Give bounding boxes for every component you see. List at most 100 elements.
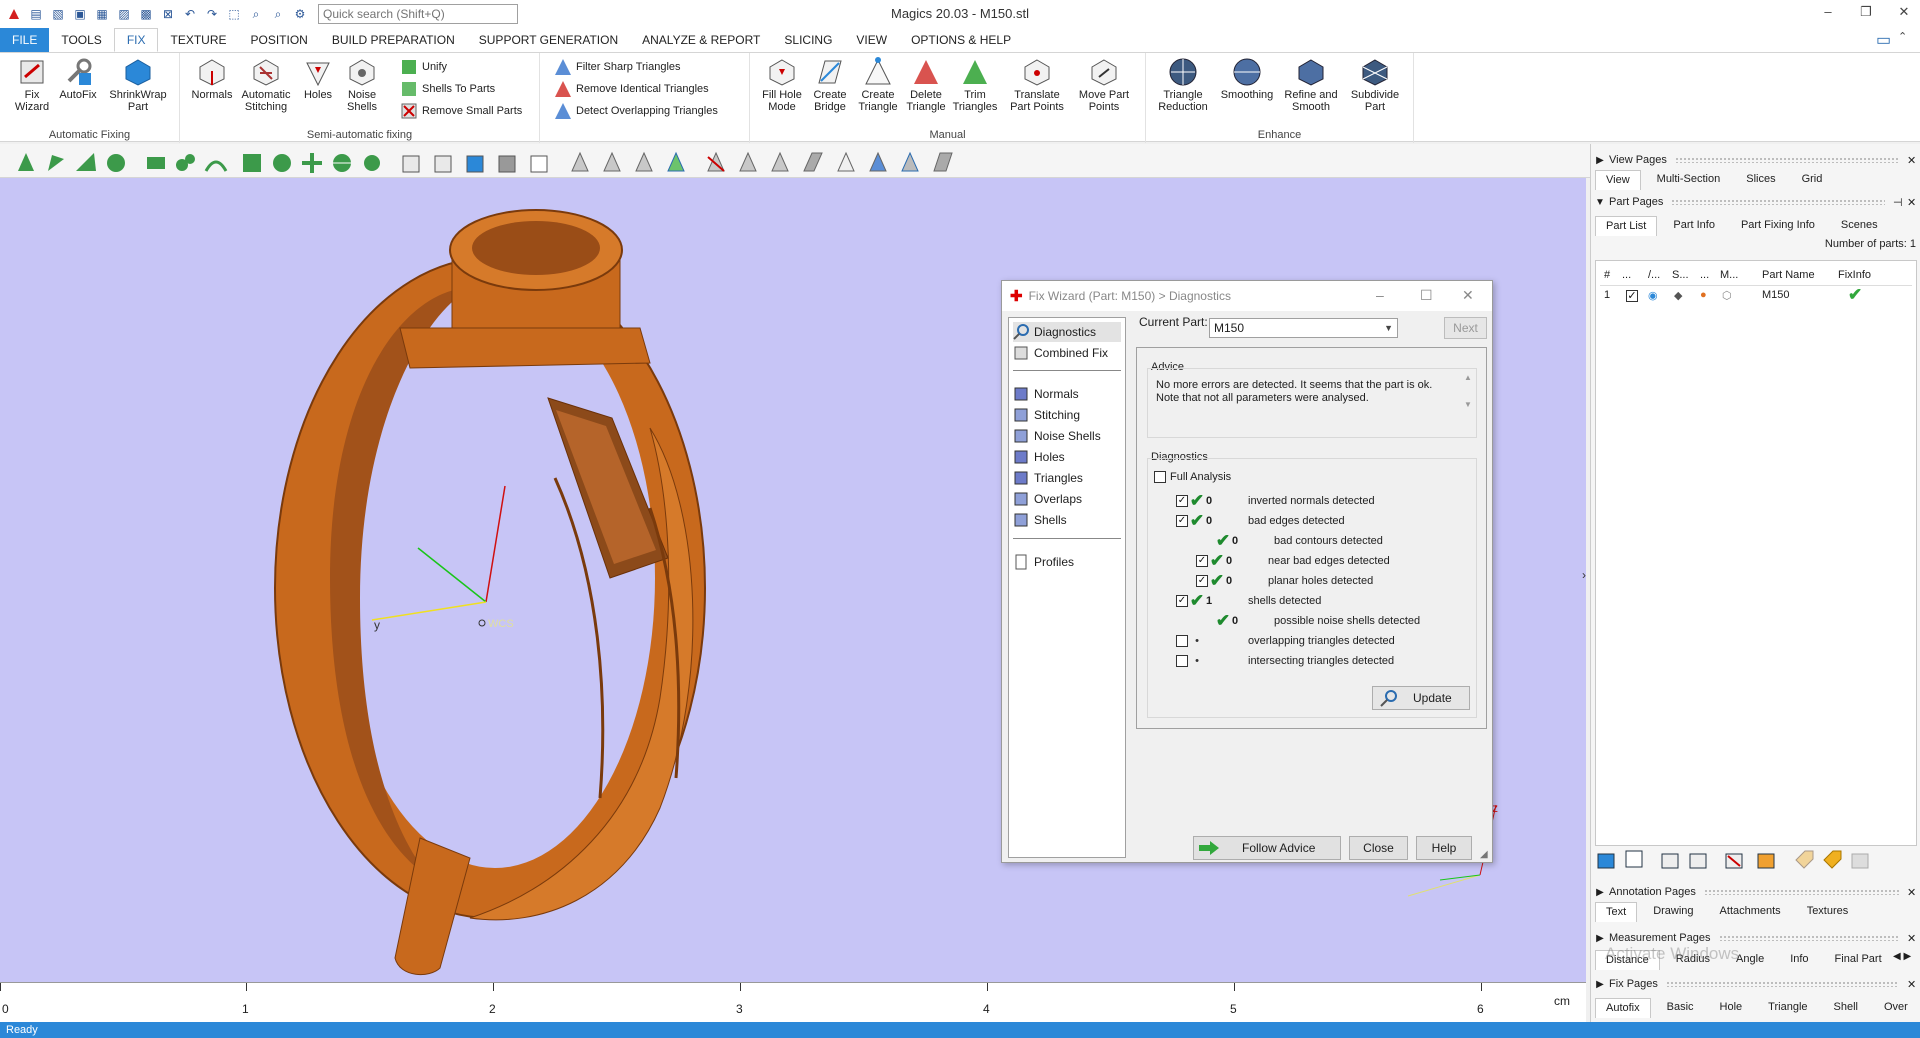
quick-search-input[interactable]: [318, 4, 518, 24]
shells-to-parts-button[interactable]: Shells To Parts: [400, 79, 495, 99]
view-box-shade-tool-icon[interactable]: [496, 151, 520, 173]
tab-view[interactable]: VIEW: [844, 28, 899, 52]
diag-checkbox[interactable]: ✓: [1196, 555, 1208, 567]
create-bridge-button[interactable]: Create Bridge: [806, 57, 854, 113]
subdivide-part-button[interactable]: Subdivide Part: [1346, 57, 1404, 113]
col-header[interactable]: /...: [1648, 269, 1660, 281]
tab-part-info[interactable]: Part Info: [1663, 216, 1725, 236]
smoothing-button[interactable]: Smoothing: [1218, 57, 1276, 101]
triangle-tool-d-icon[interactable]: [664, 151, 688, 173]
part-pages-header[interactable]: ▼ Part Pages ⊣ ✕: [1591, 192, 1920, 212]
view-box-tool-icon[interactable]: [400, 151, 424, 173]
tab-over[interactable]: Over: [1874, 998, 1918, 1018]
select-surface-tool-icon[interactable]: [74, 151, 98, 173]
tab-final-part[interactable]: Final Part: [1825, 950, 1892, 970]
open-file-icon[interactable]: ▧: [50, 6, 66, 22]
tab-texture[interactable]: TEXTURE: [158, 28, 238, 52]
part-tool-copy-icon[interactable]: [1659, 848, 1683, 872]
tab-fix[interactable]: FIX: [113, 28, 159, 52]
part-tool-tag-icon[interactable]: [1793, 848, 1817, 872]
view-pages-header[interactable]: ▶ View Pages ✕: [1591, 150, 1920, 170]
dialog-maximize-button[interactable]: ☐: [1420, 287, 1433, 304]
tab-analyze-report[interactable]: ANALYZE & REPORT: [630, 28, 772, 52]
part-tool-tag-2-icon[interactable]: [1821, 848, 1845, 872]
close-pane-icon[interactable]: ✕: [1907, 196, 1920, 209]
tab-file[interactable]: FILE: [0, 28, 50, 52]
tab-multi-section[interactable]: Multi-Section: [1647, 170, 1731, 190]
triangle-tool-c-icon[interactable]: [632, 151, 656, 173]
view-box-color-tool-icon[interactable]: [464, 151, 488, 173]
tab-view-page[interactable]: View: [1595, 170, 1641, 190]
delete-triangle-button[interactable]: Delete Triangle: [902, 57, 950, 113]
normals-button[interactable]: Normals: [188, 57, 236, 101]
triangle-tool-k-icon[interactable]: [930, 151, 954, 173]
select-plane-tool-icon[interactable]: [144, 151, 168, 173]
col-header[interactable]: M...: [1720, 269, 1738, 281]
tab-options-help[interactable]: OPTIONS & HELP: [899, 28, 1023, 52]
translate-part-points-button[interactable]: Translate Part Points: [1008, 57, 1066, 113]
close-pane-icon[interactable]: ✕: [1907, 886, 1920, 899]
view-box-2-tool-icon[interactable]: [432, 151, 456, 173]
follow-advice-button[interactable]: Follow Advice: [1193, 836, 1341, 860]
nav-holes[interactable]: Holes: [1013, 447, 1121, 467]
nav-profiles[interactable]: Profiles: [1013, 552, 1121, 572]
nav-noise-shells[interactable]: Noise Shells: [1013, 426, 1121, 446]
save-all-icon[interactable]: ▦: [94, 6, 110, 22]
nav-diagnostics[interactable]: Diagnostics: [1013, 322, 1121, 342]
filter-sharp-triangles-button[interactable]: Filter Sharp Triangles: [554, 57, 681, 77]
tab-drawing[interactable]: Drawing: [1643, 902, 1703, 922]
color-dot-icon[interactable]: ●: [1700, 289, 1707, 301]
eye-icon[interactable]: ◉: [1648, 289, 1658, 302]
nav-combined-fix[interactable]: Combined Fix: [1013, 343, 1121, 363]
mark-shell-tool-icon[interactable]: [270, 151, 294, 173]
remove-small-parts-button[interactable]: Remove Small Parts: [400, 101, 522, 121]
nav-stitching[interactable]: Stitching: [1013, 405, 1121, 425]
col-header[interactable]: Part Name: [1762, 269, 1815, 281]
fill-hole-mode-button[interactable]: Fill Hole Mode: [758, 57, 806, 113]
select-shell-tool-icon[interactable]: [44, 151, 68, 173]
tab-slices[interactable]: Slices: [1736, 170, 1785, 190]
tab-support-generation[interactable]: SUPPORT GENERATION: [467, 28, 630, 52]
diag-checkbox[interactable]: ✓: [1176, 495, 1188, 507]
triangle-tool-i-icon[interactable]: [866, 151, 890, 173]
triangle-tool-b-icon[interactable]: [600, 151, 624, 173]
tab-scroll-arrows[interactable]: ◀ ▶: [1893, 951, 1911, 962]
triangle-tool-j-icon[interactable]: [898, 151, 922, 173]
full-analysis-checkbox[interactable]: [1154, 471, 1166, 483]
minimize-button[interactable]: –: [1818, 4, 1838, 22]
unify-button[interactable]: Unify: [400, 57, 447, 77]
help-button[interactable]: Help: [1416, 836, 1472, 860]
update-button[interactable]: Update: [1372, 686, 1470, 710]
tab-text[interactable]: Text: [1595, 902, 1638, 922]
diag-checkbox[interactable]: ✓: [1176, 515, 1188, 527]
col-header[interactable]: S...: [1672, 269, 1689, 281]
annotation-pages-header[interactable]: ▶ Annotation Pages ✕: [1591, 882, 1920, 902]
select-connected-tool-icon[interactable]: [174, 151, 198, 173]
mark-flat-tool-icon[interactable]: [240, 151, 264, 173]
mark-brush-tool-icon[interactable]: [360, 151, 384, 173]
tab-textures[interactable]: Textures: [1797, 902, 1859, 922]
tab-attachments[interactable]: Attachments: [1710, 902, 1791, 922]
nav-shells[interactable]: Shells: [1013, 510, 1121, 530]
advice-scrollbar[interactable]: ▲ ▼: [1462, 373, 1474, 433]
current-part-select[interactable]: M150 ▼: [1209, 318, 1398, 338]
nav-overlaps[interactable]: Overlaps: [1013, 489, 1121, 509]
mark-wheel-tool-icon[interactable]: [330, 151, 354, 173]
view-box-wire-tool-icon[interactable]: [528, 151, 552, 173]
triangle-tool-e-icon[interactable]: [736, 151, 760, 173]
close-button[interactable]: Close: [1349, 836, 1408, 860]
material-icon[interactable]: ⬡: [1722, 289, 1732, 302]
select-icon[interactable]: ⬚: [226, 6, 242, 22]
ribbon-display-icon[interactable]: ▭: [1876, 30, 1891, 50]
zoom-out-icon[interactable]: ⌕: [270, 6, 286, 22]
col-header[interactable]: #: [1604, 269, 1610, 281]
create-triangle-button[interactable]: Create Triangle: [854, 57, 902, 113]
tab-part-fixing-info[interactable]: Part Fixing Info: [1731, 216, 1825, 236]
next-button[interactable]: Next: [1444, 317, 1487, 339]
tab-shell[interactable]: Shell: [1824, 998, 1868, 1018]
select-sphere-tool-icon[interactable]: [104, 151, 128, 173]
col-header[interactable]: ...: [1700, 269, 1709, 281]
close-pane-icon[interactable]: ✕: [1907, 978, 1920, 991]
diag-checkbox[interactable]: ✓: [1196, 575, 1208, 587]
tab-triangle[interactable]: Triangle: [1758, 998, 1817, 1018]
